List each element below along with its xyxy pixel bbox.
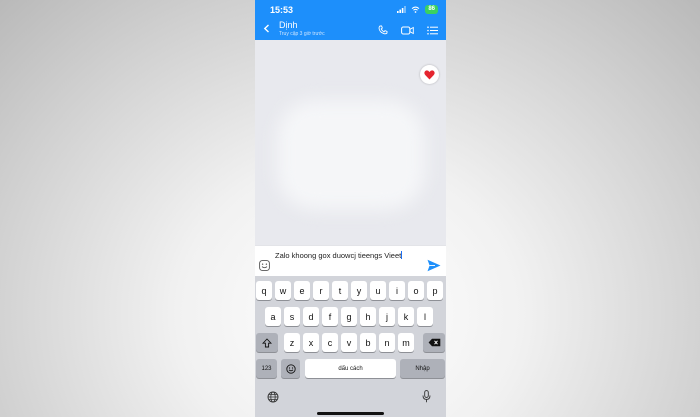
home-indicator xyxy=(317,412,384,415)
message-input[interactable]: Zalo khoong gox duowcj tieengs Vieet xyxy=(275,251,415,261)
key-q[interactable]: q xyxy=(256,281,272,300)
phone-screen: 15:53 86 Dịnh Truy cập 3 giờ trước Zalo … xyxy=(255,0,446,417)
battery-icon: 86 xyxy=(425,5,438,14)
message-input-text: Zalo khoong gox duowcj tieengs Vieet xyxy=(275,251,402,260)
key-b[interactable]: b xyxy=(360,333,376,352)
key-u[interactable]: u xyxy=(370,281,386,300)
status-time: 15:53 xyxy=(270,5,294,15)
key-o[interactable]: o xyxy=(408,281,424,300)
video-call-icon[interactable] xyxy=(401,26,414,35)
heart-icon xyxy=(424,69,435,79)
numbers-key[interactable]: 123 xyxy=(256,359,277,378)
key-v[interactable]: v xyxy=(341,333,357,352)
key-g[interactable]: g xyxy=(341,307,357,326)
wifi-icon xyxy=(411,6,420,13)
backspace-key[interactable] xyxy=(423,333,445,352)
on-screen-keyboard: q w e r t y u i o p a s d f g h j k l z … xyxy=(255,276,446,417)
key-f[interactable]: f xyxy=(322,307,338,326)
emoji-sticker-icon[interactable] xyxy=(259,260,270,271)
status-icons: 86 xyxy=(397,5,438,14)
emoji-face-icon xyxy=(285,363,296,374)
key-h[interactable]: h xyxy=(360,307,376,326)
key-s[interactable]: s xyxy=(284,307,300,326)
key-w[interactable]: w xyxy=(275,281,291,300)
emoji-key[interactable] xyxy=(281,359,300,378)
key-d[interactable]: d xyxy=(303,307,319,326)
chat-header: 15:53 86 Dịnh Truy cập 3 giờ trước xyxy=(255,0,446,40)
key-x[interactable]: x xyxy=(303,333,319,352)
key-i[interactable]: i xyxy=(389,281,405,300)
key-m[interactable]: m xyxy=(398,333,414,352)
key-y[interactable]: y xyxy=(351,281,367,300)
key-j[interactable]: j xyxy=(379,307,395,326)
send-icon[interactable] xyxy=(427,259,441,272)
key-n[interactable]: n xyxy=(379,333,395,352)
contact-last-seen: Truy cập 3 giờ trước xyxy=(279,31,325,37)
key-z[interactable]: z xyxy=(284,333,300,352)
shift-key[interactable] xyxy=(256,333,278,352)
menu-list-icon[interactable] xyxy=(427,25,438,35)
signal-icon xyxy=(397,6,407,13)
contact-name[interactable]: Dịnh xyxy=(279,20,298,30)
key-k[interactable]: k xyxy=(398,307,414,326)
key-a[interactable]: a xyxy=(265,307,281,326)
header-actions xyxy=(378,25,438,35)
key-p[interactable]: p xyxy=(427,281,443,300)
phone-call-icon[interactable] xyxy=(378,25,388,35)
key-r[interactable]: r xyxy=(313,281,329,300)
globe-icon[interactable] xyxy=(267,391,279,403)
heart-reaction[interactable] xyxy=(420,65,439,84)
microphone-icon[interactable] xyxy=(422,390,431,403)
key-e[interactable]: e xyxy=(294,281,310,300)
key-c[interactable]: c xyxy=(322,333,338,352)
shift-arrow-icon xyxy=(262,337,272,347)
backspace-icon xyxy=(428,338,440,347)
key-l[interactable]: l xyxy=(417,307,433,326)
text-caret xyxy=(401,251,403,259)
message-composer: Zalo khoong gox duowcj tieengs Vieet xyxy=(255,245,446,277)
space-key[interactable]: dấu cách xyxy=(305,359,396,378)
return-key[interactable]: Nhập xyxy=(400,359,445,378)
key-t[interactable]: t xyxy=(332,281,348,300)
back-arrow-icon[interactable] xyxy=(263,24,270,33)
chat-area[interactable] xyxy=(255,40,446,245)
blurred-message xyxy=(277,100,425,210)
